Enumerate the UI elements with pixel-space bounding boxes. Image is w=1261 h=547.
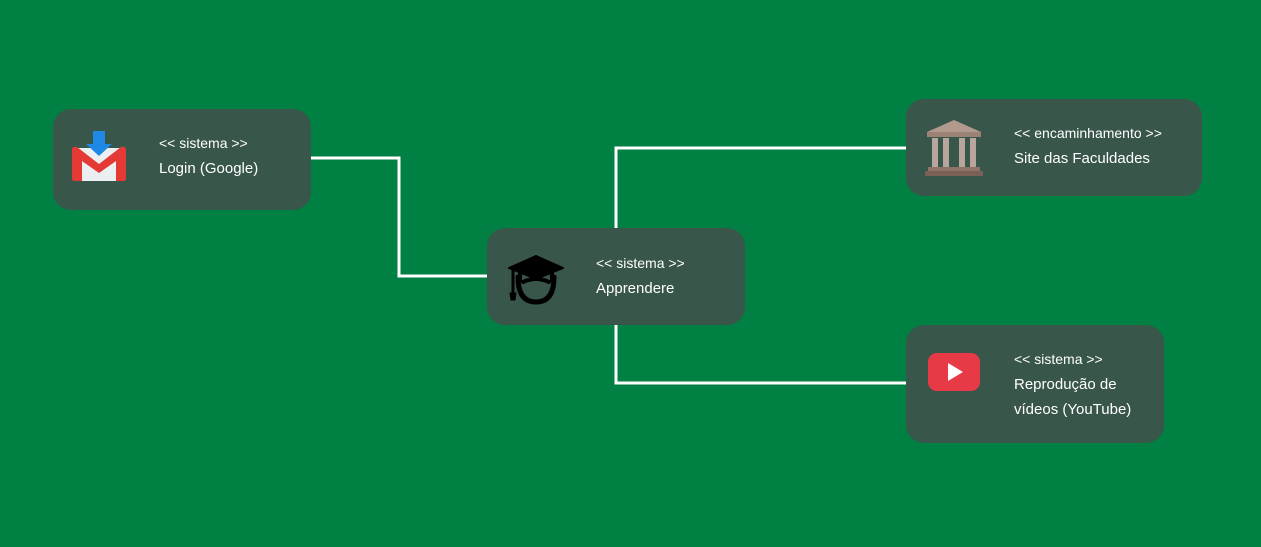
gmail-icon	[70, 129, 128, 183]
connector-apprendere-youtube	[614, 325, 906, 385]
node-youtube-stereotype: << sistema >>	[1014, 351, 1103, 367]
node-apprendere-label: Apprendere	[596, 280, 675, 297]
node-login-google[interactable]: << sistema >> Login (Google)	[53, 109, 311, 210]
node-apprendere-stereotype: << sistema >>	[596, 255, 685, 271]
node-apprendere[interactable]: << sistema >> Apprendere	[487, 228, 745, 325]
node-faculdades-stereotype: << encaminhamento >>	[1014, 125, 1162, 141]
connector-login-apprendere	[311, 156, 487, 278]
graduate-icon	[505, 246, 567, 308]
node-login-stereotype: << sistema >>	[159, 135, 248, 151]
connector-apprendere-faculdades	[614, 146, 906, 228]
node-youtube[interactable]: << sistema >> Reprodução de vídeos (YouT…	[906, 325, 1164, 443]
node-youtube-label-line2: vídeos (YouTube)	[1014, 401, 1132, 418]
institution-icon	[924, 117, 984, 177]
node-youtube-label-line1: Reprodução de	[1014, 376, 1117, 393]
diagram-canvas: << sistema >> Login (Google) << sistema …	[0, 0, 1261, 547]
node-site-faculdades[interactable]: << encaminhamento >> Site das Faculdades	[906, 99, 1202, 196]
youtube-icon	[928, 353, 980, 391]
node-login-label: Login (Google)	[159, 160, 259, 177]
node-faculdades-label: Site das Faculdades	[1014, 150, 1150, 167]
